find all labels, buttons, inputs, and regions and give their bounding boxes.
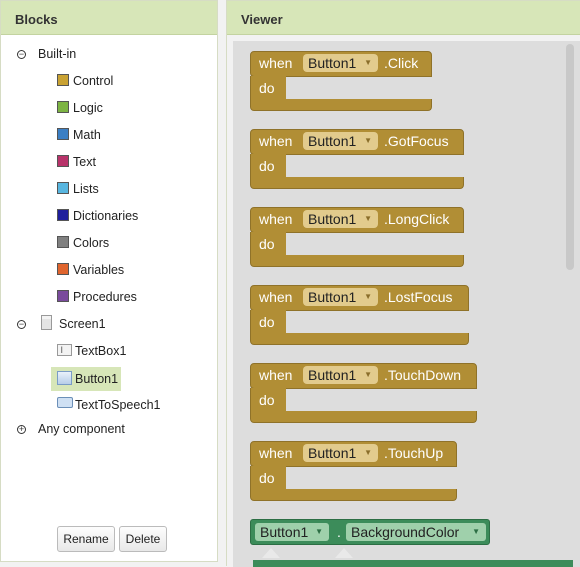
component-dropdown[interactable]: Button1 ▼ (303, 366, 378, 384)
category-color-icon (57, 209, 69, 221)
tree-item-math[interactable]: Math (57, 124, 101, 146)
event-name: .TouchUp (384, 445, 444, 461)
tree-item-label: Button1 (75, 372, 119, 386)
tree-item-procedures[interactable]: Procedures (57, 286, 137, 308)
viewer-header: Viewer (227, 1, 580, 35)
event-name: .TouchDown (384, 367, 462, 383)
tree-item-dictionaries[interactable]: Dictionaries (57, 205, 138, 227)
tree-item-logic[interactable]: Logic (57, 97, 103, 119)
do-keyword: do (259, 158, 275, 174)
category-color-icon (57, 74, 69, 86)
event-block[interactable]: when Button1 ▼ .Click do (250, 51, 490, 113)
tree-item-label: Control (73, 74, 114, 88)
button-icon (57, 371, 72, 385)
event-name: .Click (384, 55, 419, 71)
chevron-down-icon: ▼ (364, 214, 372, 223)
tree-item-lists[interactable]: Lists (57, 178, 99, 200)
event-name: .GotFocus (384, 133, 449, 149)
component-dropdown[interactable]: Button1 ▼ (303, 132, 378, 150)
component-dropdown[interactable]: Button1 ▼ (303, 54, 378, 72)
textbox-icon: I (57, 344, 72, 356)
property-dot: . (337, 524, 341, 540)
event-block[interactable]: when Button1 ▼ .LongClick do (250, 207, 490, 269)
event-block[interactable]: when Button1 ▼ .TouchDown do (250, 363, 490, 425)
component-dropdown[interactable]: Button1 ▼ (303, 210, 378, 228)
viewer-panel: Viewer when Button1 ▼ .Click do when Button1 ▼.… (226, 0, 580, 567)
do-keyword: do (259, 470, 275, 486)
category-color-icon (57, 182, 69, 194)
tree-item-label: Screen1 (59, 317, 106, 331)
tree-item-label: Dictionaries (73, 209, 139, 223)
when-keyword: when (259, 445, 293, 461)
rename-button[interactable]: Rename (57, 526, 115, 552)
tree-item-label: Colors (73, 236, 110, 250)
when-keyword: when (259, 289, 293, 305)
component-dropdown[interactable]: Button1 ▼ (303, 444, 378, 462)
expand-icon[interactable]: + (17, 425, 26, 434)
property-dropdown[interactable]: BackgroundColor ▼ (346, 523, 486, 541)
connector-notch (262, 548, 280, 558)
collapse-icon[interactable]: − (17, 320, 26, 329)
component-dropdown[interactable]: Button1 ▼ (303, 288, 378, 306)
tree-item-control[interactable]: Control (57, 70, 113, 92)
tree-item-label: Procedures (73, 290, 137, 304)
blocks-workspace[interactable]: when Button1 ▼ .Click do when Button1 ▼ .GotFocu… (233, 41, 580, 567)
event-block[interactable]: when Button1 ▼ .LostFocus do (250, 285, 490, 347)
event-name: .LongClick (384, 211, 450, 227)
do-keyword: do (259, 314, 275, 330)
category-color-icon (57, 101, 69, 113)
blocks-panel: Blocks − Built-in Control Logic Math Text Li… (0, 0, 218, 562)
when-keyword: when (259, 55, 293, 71)
chevron-down-icon: ▼ (472, 527, 480, 536)
when-keyword: when (259, 367, 293, 383)
speech-icon (57, 397, 73, 408)
event-name: .LostFocus (384, 289, 453, 305)
tree-item-button1[interactable]: Button1 (51, 367, 121, 391)
tree-item-label: Logic (73, 101, 103, 115)
tree-item-variables[interactable]: Variables (57, 259, 124, 281)
tree-item-label: Any component (38, 422, 125, 436)
chevron-down-icon: ▼ (364, 292, 372, 301)
property-getter-block[interactable]: Button1 ▼ . BackgroundColor ▼ (250, 519, 490, 545)
tree-item-label: Math (73, 128, 101, 142)
category-color-icon (57, 236, 69, 248)
tree-item-text[interactable]: Text (57, 151, 96, 173)
tree-item-label: Built-in (38, 47, 77, 61)
chevron-down-icon: ▼ (315, 527, 323, 536)
tree-item-label: Text (73, 155, 96, 169)
when-keyword: when (259, 211, 293, 227)
chevron-down-icon: ▼ (364, 136, 372, 145)
event-block[interactable]: when Button1 ▼ .TouchUp do (250, 441, 490, 503)
tree-item-label: TextToSpeech1 (75, 398, 161, 412)
tree-item-label: TextBox1 (75, 344, 127, 358)
do-keyword: do (259, 392, 275, 408)
tree-item-colors[interactable]: Colors (57, 232, 109, 254)
blocks-header: Blocks (1, 1, 217, 35)
event-block[interactable]: when Button1 ▼ .GotFocus do (250, 129, 490, 191)
chevron-down-icon: ▼ (364, 370, 372, 379)
delete-button[interactable]: Delete (119, 526, 167, 552)
chevron-down-icon: ▼ (364, 58, 372, 67)
category-color-icon (57, 155, 69, 167)
category-color-icon (57, 263, 69, 275)
chevron-down-icon: ▼ (364, 448, 372, 457)
screen-icon (41, 315, 52, 330)
connector-notch (335, 548, 353, 558)
do-keyword: do (259, 80, 275, 96)
collapse-icon[interactable]: − (17, 50, 26, 59)
tree-item-label: Variables (73, 263, 125, 277)
category-color-icon (57, 128, 69, 140)
do-keyword: do (259, 236, 275, 252)
vertical-scrollbar[interactable] (566, 44, 574, 270)
tree-item-label: Lists (73, 182, 99, 196)
component-dropdown[interactable]: Button1 ▼ (255, 523, 329, 541)
when-keyword: when (259, 133, 293, 149)
category-color-icon (57, 290, 69, 302)
